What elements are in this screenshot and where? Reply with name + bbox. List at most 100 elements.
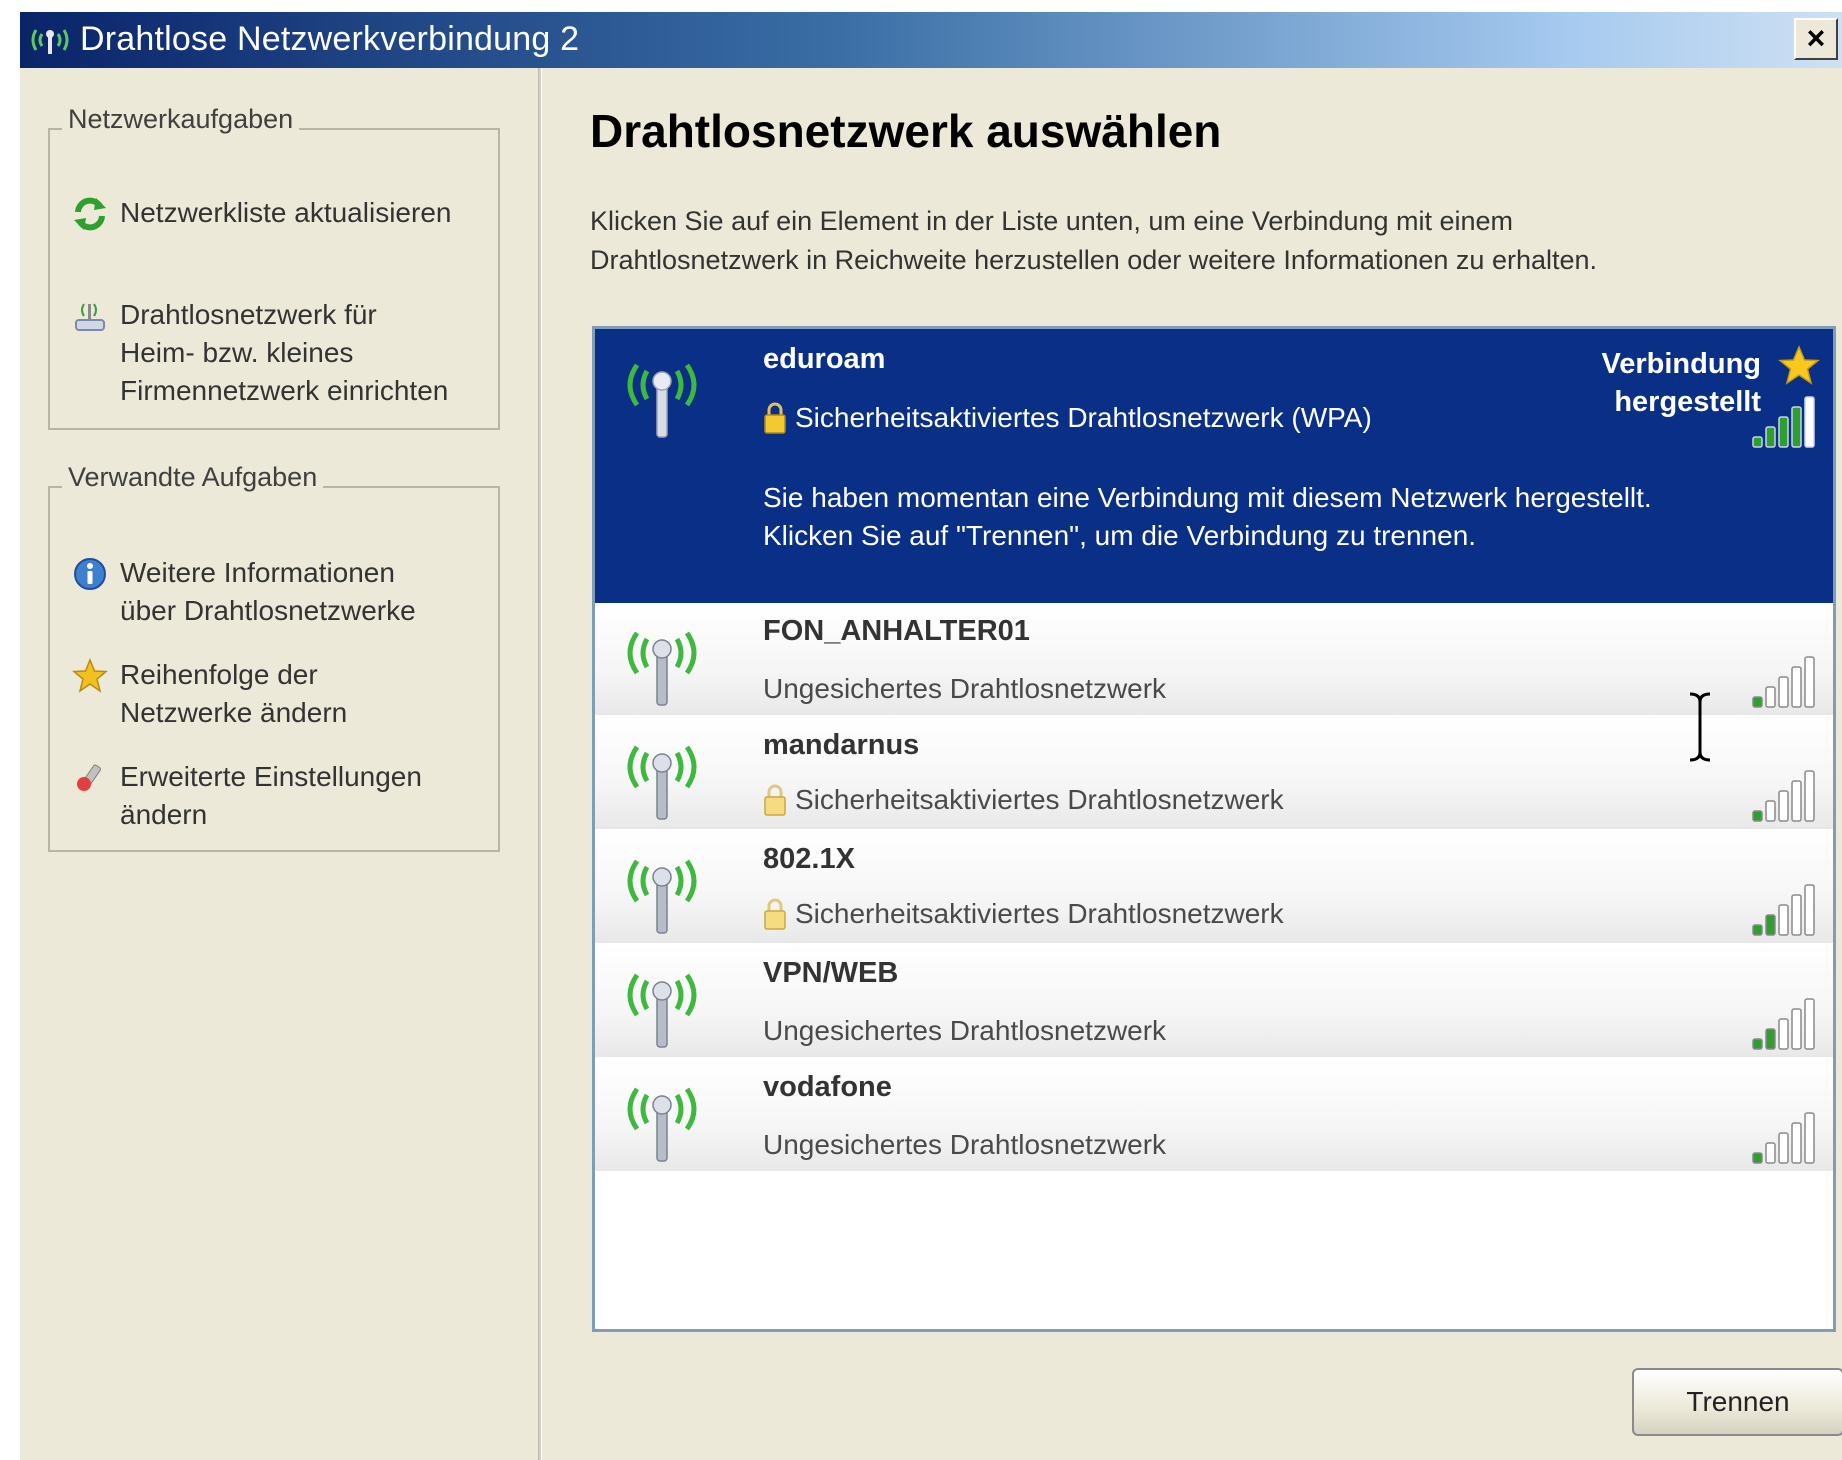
task-label: Netzwerkliste aktualisieren — [120, 197, 452, 228]
signal-bar — [1804, 656, 1815, 708]
network-item-vpn-web[interactable]: VPN/WEB Ungesichertes Drahtlosnetzwerk — [595, 945, 1833, 1059]
signal-bar — [1752, 810, 1763, 822]
related-tasks-title: Verwandte Aufgaben — [62, 462, 324, 493]
signal-bar — [1778, 1132, 1789, 1164]
network-security-label: Sicherheitsaktiviertes Drahtlosnetzwerk — [795, 784, 1284, 815]
network-ssid: eduroam — [763, 343, 886, 375]
network-ssid: mandarnus — [763, 729, 920, 761]
signal-bar — [1791, 1008, 1802, 1050]
signal-strength-icon — [1752, 656, 1815, 708]
signal-bar — [1778, 790, 1789, 822]
signal-bar — [1752, 924, 1763, 936]
lock-icon — [764, 784, 786, 816]
info-icon — [74, 558, 106, 590]
network-tasks-title: Netzwerkaufgaben — [62, 104, 300, 135]
dialog-window: Drahtlose Netzwerkverbindung 2 × Netzwer… — [20, 12, 1842, 1460]
network-item-fon-anhalter01[interactable]: FON_ANHALTER01 Ungesichertes Drahtlosnet… — [595, 603, 1833, 717]
signal-bar — [1765, 800, 1776, 822]
network-ssid: vodafone — [763, 1071, 892, 1103]
task-more-info-wireless[interactable]: Weitere Informationen über Drahtlosnetzw… — [72, 554, 480, 630]
task-pane: Netzwerkaufgaben Netzwerkliste aktualisi… — [20, 68, 540, 1460]
signal-bar — [1804, 884, 1815, 936]
wireless-antenna-icon — [627, 1087, 697, 1162]
network-tasks-group: Netzwerkaufgaben Netzwerkliste aktualisi… — [48, 104, 500, 430]
signal-strength-icon — [1752, 396, 1815, 448]
signal-bar — [1791, 1122, 1802, 1164]
wireless-antenna-icon — [627, 631, 697, 706]
instructions-text: Klicken Sie auf ein Element in der Liste… — [590, 206, 1598, 275]
pane-divider — [538, 68, 542, 1460]
signal-bar — [1752, 1038, 1763, 1050]
signal-bar — [1765, 686, 1776, 708]
network-item-mandarnus[interactable]: mandarnus Sicherheitsaktiviertes Drahtlo… — [595, 717, 1833, 831]
signal-bar — [1791, 780, 1802, 822]
network-ssid: FON_ANHALTER01 — [763, 615, 1030, 647]
signal-bar — [1791, 894, 1802, 936]
signal-strength-icon — [1752, 770, 1815, 822]
signal-bar — [1765, 1142, 1776, 1164]
network-ssid: VPN/WEB — [763, 957, 899, 989]
signal-strength-icon — [1752, 998, 1815, 1050]
signal-bar — [1765, 914, 1776, 936]
signal-bar — [1804, 770, 1815, 822]
wireless-antenna-icon — [627, 859, 697, 934]
task-label: Drahtlosnetzwerk für Heim- bzw. kleines … — [120, 299, 449, 406]
signal-bar — [1752, 1152, 1763, 1164]
task-setup-wireless-network[interactable]: Drahtlosnetzwerk für Heim- bzw. kleines … — [72, 296, 480, 410]
network-security: Sicherheitsaktiviertes Drahtlosnetzwerk … — [763, 401, 1372, 435]
network-security-label: Ungesichertes Drahtlosnetzwerk — [763, 1129, 1167, 1160]
network-security: Sicherheitsaktiviertes Drahtlosnetzwerk — [763, 783, 1284, 817]
task-change-network-order[interactable]: Reihenfolge der Netzwerke ändern — [72, 656, 480, 732]
wireless-setup-icon — [75, 303, 105, 331]
close-button[interactable]: × — [1794, 18, 1838, 60]
task-refresh-network-list[interactable]: Netzwerkliste aktualisieren — [72, 194, 480, 232]
signal-bar — [1791, 406, 1802, 448]
text-cursor-icon — [1689, 692, 1711, 762]
lock-icon — [764, 402, 786, 434]
network-item-802-1x[interactable]: 802.1X Sicherheitsaktiviertes Drahtlosne… — [595, 831, 1833, 945]
network-security: Sicherheitsaktiviertes Drahtlosnetzwerk — [763, 897, 1284, 931]
task-label: Weitere Informationen über Drahtlosnetzw… — [120, 557, 416, 626]
signal-strength-icon — [1752, 884, 1815, 936]
connection-status: Verbindung hergestellt — [1601, 348, 1762, 418]
network-ssid: 802.1X — [763, 843, 855, 875]
refresh-icon — [74, 197, 106, 231]
signal-bar — [1804, 998, 1815, 1050]
signal-strength-icon — [1752, 1112, 1815, 1164]
network-security-label: Ungesichertes Drahtlosnetzwerk — [763, 1015, 1167, 1046]
lock-icon — [764, 898, 786, 930]
network-security: Ungesichertes Drahtlosnetzwerk — [763, 1129, 1166, 1161]
network-item-vodafone[interactable]: vodafone Ungesichertes Drahtlosnetzwerk — [595, 1059, 1833, 1173]
signal-bar — [1778, 904, 1789, 936]
title-bar[interactable]: Drahtlose Netzwerkverbindung 2 × — [20, 12, 1842, 68]
connection-description: Sie haben momentan eine Verbindung mit d… — [763, 482, 1652, 551]
signal-bar — [1804, 1112, 1815, 1164]
task-advanced-settings[interactable]: Erweiterte Einstellungen ändern — [72, 758, 480, 834]
network-security-label: Sicherheitsaktiviertes Drahtlosnetzwerk … — [795, 402, 1372, 433]
signal-bar — [1752, 436, 1763, 448]
wireless-antenna-icon — [627, 363, 697, 438]
signal-bar — [1778, 416, 1789, 448]
wireless-antenna-icon — [627, 745, 697, 820]
disconnect-button[interactable]: Trennen — [1632, 1368, 1842, 1436]
preferred-network-star-icon — [1777, 345, 1821, 385]
wireless-antenna-icon — [627, 973, 697, 1048]
window-title: Drahtlose Netzwerkverbindung 2 — [80, 20, 580, 58]
wireless-connection-icon — [31, 29, 69, 54]
signal-bar — [1791, 666, 1802, 708]
task-label: Reihenfolge der Netzwerke ändern — [120, 659, 348, 728]
related-tasks-group: Verwandte Aufgaben Weitere Informationen… — [48, 462, 500, 852]
network-security-label: Sicherheitsaktiviertes Drahtlosnetzwerk — [795, 898, 1284, 929]
network-item-eduroam[interactable]: eduroam Sicherheitsaktiviertes Drahtlosn… — [595, 329, 1833, 603]
network-security: Ungesichertes Drahtlosnetzwerk — [763, 673, 1166, 705]
page-title: Drahtlosnetzwerk auswählen — [590, 105, 1222, 157]
signal-bar — [1765, 426, 1776, 448]
network-security-label: Ungesichertes Drahtlosnetzwerk — [763, 673, 1167, 704]
settings-icon — [77, 764, 102, 791]
network-security: Ungesichertes Drahtlosnetzwerk — [763, 1015, 1166, 1047]
task-label: Erweiterte Einstellungen ändern — [120, 761, 422, 830]
star-icon — [72, 658, 108, 693]
signal-bar — [1804, 396, 1815, 448]
network-list[interactable]: eduroam Sicherheitsaktiviertes Drahtlosn… — [592, 326, 1836, 1332]
signal-bar — [1778, 1018, 1789, 1050]
